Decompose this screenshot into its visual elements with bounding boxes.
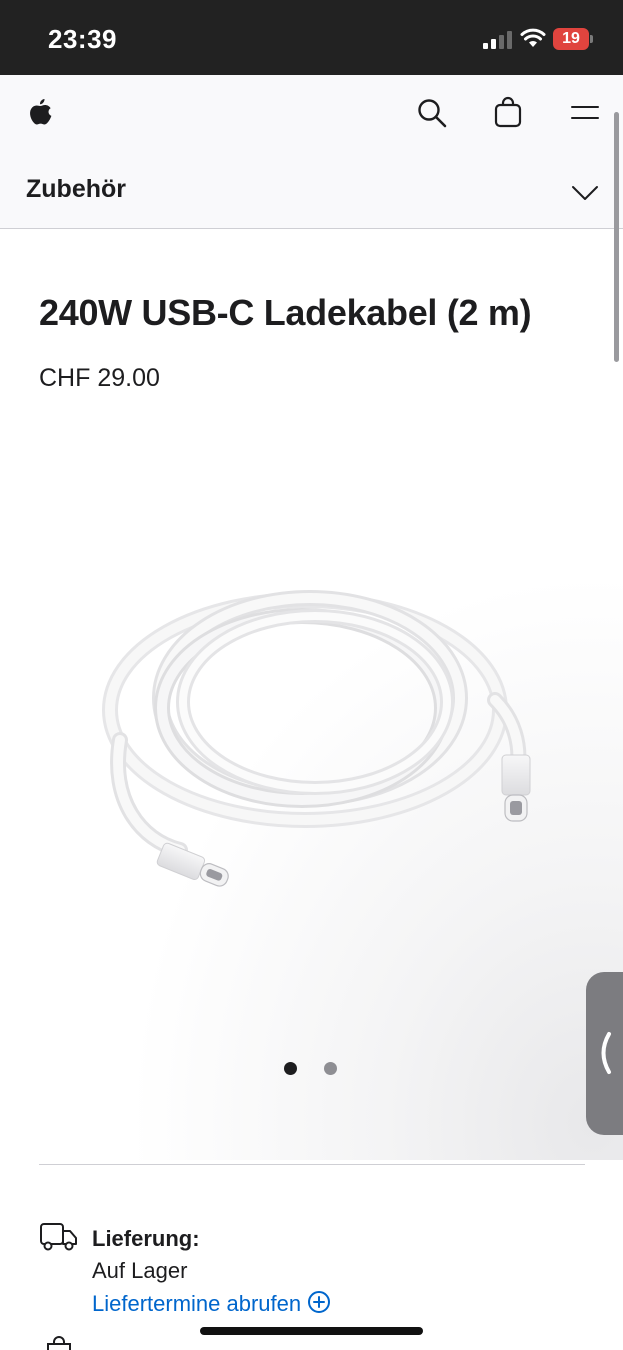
product-price: CHF 29.00: [39, 364, 160, 392]
home-indicator[interactable]: [200, 1327, 423, 1335]
delivery-status: Auf Lager: [92, 1258, 188, 1283]
local-nav: Zubehör: [0, 153, 623, 229]
gallery-dot-1[interactable]: [284, 1062, 297, 1075]
gallery-dot-2[interactable]: [324, 1062, 337, 1075]
gallery-pagination: [284, 1062, 344, 1078]
global-nav: [0, 75, 623, 153]
delivery-label: Lieferung:: [92, 1226, 200, 1251]
search-icon[interactable]: [416, 97, 448, 129]
delivery-dates-link-text[interactable]: Liefertermine abrufen: [92, 1291, 301, 1316]
section-divider: [39, 1164, 585, 1165]
battery-level: 19: [553, 28, 589, 50]
store-bag-icon: [47, 1336, 71, 1350]
delivery-truck-icon: [40, 1223, 77, 1251]
usb-c-cable-image: [102, 590, 531, 887]
chevron-down-icon[interactable]: [570, 184, 600, 202]
scrollbar[interactable]: [614, 112, 619, 362]
chevron-left-icon: [601, 1032, 611, 1074]
status-time: 23:39: [48, 24, 117, 54]
battery-icon: 19: [553, 28, 593, 50]
local-nav-title[interactable]: Zubehör: [26, 175, 126, 204]
plus-circle-icon[interactable]: [307, 1290, 331, 1314]
menu-icon[interactable]: [570, 101, 600, 125]
product-title: 240W USB-C Ladekabel (2 m): [39, 292, 532, 333]
apple-logo-icon[interactable]: [26, 97, 54, 129]
delivery-dates-link[interactable]: Liefertermine abrufen: [92, 1290, 331, 1317]
status-bar: 23:39 19: [0, 0, 623, 75]
wifi-icon: [520, 28, 546, 47]
shopping-bag-icon[interactable]: [494, 96, 522, 128]
side-panel-handle[interactable]: [586, 972, 623, 1135]
cellular-signal-icon: [483, 31, 512, 49]
